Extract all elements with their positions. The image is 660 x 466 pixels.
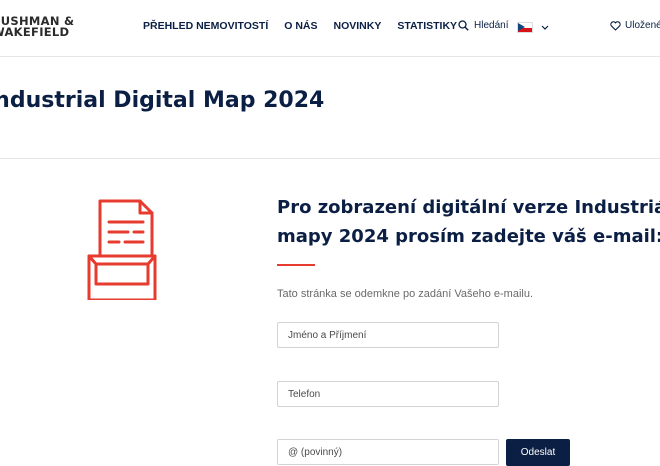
form-subtitle: Tato stránka se odemkne po zadání Vašeho… — [277, 288, 534, 300]
site-header: CUSHMAN & WAKEFIELD PŘEHLED NEMOVITOSTÍ … — [0, 0, 660, 57]
submit-button[interactable]: Odeslat — [506, 439, 570, 466]
nav-item-news[interactable]: NOVINKY — [334, 20, 382, 32]
chevron-down-icon — [541, 25, 549, 30]
page-title: Industrial Digital Map 2024 — [0, 88, 325, 113]
form-heading: Pro zobrazení digitální verze Industriál… — [277, 193, 660, 251]
nav-item-statistics[interactable]: STATISTIKY — [397, 20, 457, 32]
search-button[interactable]: Hledání — [458, 20, 508, 31]
czech-flag-icon — [517, 22, 533, 33]
search-icon — [458, 20, 469, 31]
search-label: Hledání — [474, 20, 509, 31]
heart-icon — [610, 20, 621, 31]
saved-label: Uložené — [625, 20, 660, 31]
section-divider — [0, 158, 660, 159]
language-selector[interactable] — [517, 22, 549, 33]
phone-input[interactable] — [277, 381, 499, 407]
logo-line-2: WAKEFIELD — [0, 25, 70, 39]
form-heading-line-2: mapy 2024 prosím zadejte váš e-mail: — [277, 226, 660, 247]
document-inbox-icon — [86, 196, 158, 305]
cushman-wakefield-logo[interactable]: CUSHMAN & WAKEFIELD — [0, 15, 74, 39]
accent-divider — [277, 264, 315, 266]
nav-item-property-overview[interactable]: PŘEHLED NEMOVITOSTÍ — [143, 20, 268, 32]
main-nav: PŘEHLED NEMOVITOSTÍ O NÁS NOVINKY STATIS… — [143, 20, 473, 32]
form-heading-line-1: Pro zobrazení digitální verze Industriál… — [277, 197, 660, 218]
saved-link[interactable]: Uložené — [610, 20, 660, 31]
name-input[interactable] — [277, 322, 499, 348]
nav-item-about-us[interactable]: O NÁS — [284, 20, 317, 32]
email-input[interactable] — [277, 439, 499, 465]
